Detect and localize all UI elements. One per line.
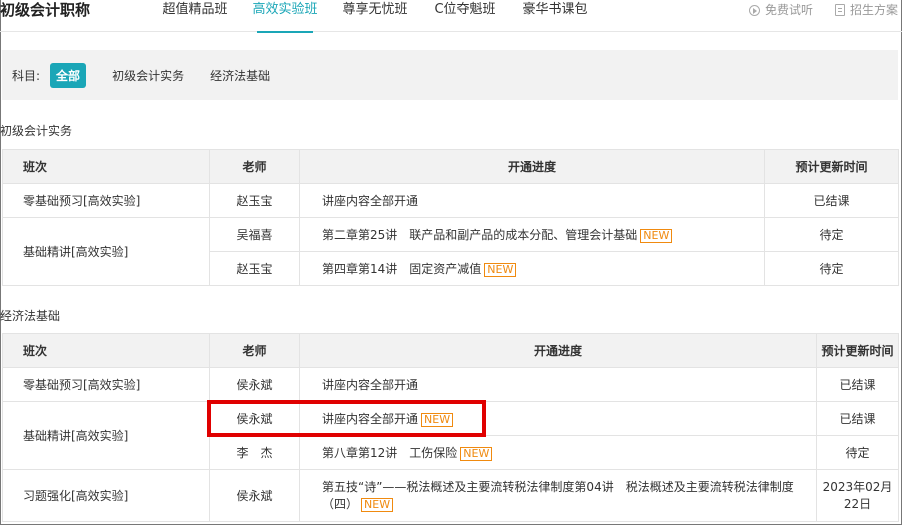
update-cell: 待定 bbox=[764, 217, 899, 252]
progress-cell[interactable]: 讲座内容全部开通 bbox=[299, 367, 817, 402]
new-badge: NEW bbox=[460, 447, 493, 461]
update-cell: 已结课 bbox=[816, 367, 899, 402]
teacher-cell: 侯永斌 bbox=[209, 367, 300, 402]
document-icon bbox=[834, 4, 845, 16]
class-cell: 习题强化[高效实验] bbox=[2, 469, 210, 522]
table-row: 习题强化[高效实验] 侯永斌 第五技“诗”——税法概述及主要流转税法律制度第04… bbox=[2, 469, 899, 522]
filter-label: 科目: bbox=[12, 68, 41, 83]
table-header-row: 班次 老师 开通进度 预计更新时间 bbox=[2, 149, 899, 184]
tab-zunxiang[interactable]: 尊享无忧班 bbox=[330, 0, 420, 32]
enroll-plan-label: 招生方案 bbox=[849, 3, 898, 17]
teacher-cell: 赵玉宝 bbox=[209, 183, 300, 218]
tab-cwei[interactable]: C位夺魁班 bbox=[420, 0, 510, 32]
progress-cell[interactable]: 第二章第25讲 联产品和副产品的成本分配、管理会计基础 NEW bbox=[299, 217, 765, 252]
col-header-class: 班次 bbox=[2, 149, 210, 184]
class-tabs: 超值精品班 高效实验班 尊享无忧班 C位夺魁班 豪华书课包 bbox=[150, 0, 600, 33]
col-header-update: 预计更新时间 bbox=[764, 149, 899, 184]
teacher-cell: 赵玉宝 bbox=[209, 251, 300, 286]
progress-text: 第四章第14讲 固定资产减值 bbox=[322, 262, 482, 276]
teacher-cell: 李 杰 bbox=[209, 435, 300, 470]
col-header-teacher: 老师 bbox=[209, 333, 300, 368]
col-header-update: 预计更新时间 bbox=[816, 333, 899, 368]
table-header-row: 班次 老师 开通进度 预计更新时间 bbox=[2, 333, 899, 368]
table-row: 零基础预习[高效实验] 侯永斌 讲座内容全部开通 已结课 bbox=[2, 367, 899, 402]
table-row: 基础精讲[高效实验] 吴福喜 第二章第25讲 联产品和副产品的成本分配、管理会计… bbox=[2, 217, 899, 286]
update-cell: 已结课 bbox=[764, 183, 899, 218]
new-badge: NEW bbox=[640, 229, 673, 243]
class-cell: 基础精讲[高效实验] bbox=[2, 217, 210, 286]
top-header: 初级会计职称 超值精品班 高效实验班 尊享无忧班 C位夺魁班 豪华书课包 免费试… bbox=[0, 0, 902, 33]
class-cell: 零基础预习[高效实验] bbox=[2, 367, 210, 402]
schedule-table-accounting: 班次 老师 开通进度 预计更新时间 零基础预习[高效实验] 赵玉宝 讲座内容全部… bbox=[2, 149, 899, 286]
update-cell: 2023年02月22日 bbox=[816, 469, 899, 522]
section-title-law: 经济法基础 bbox=[0, 309, 61, 323]
tab-haohua[interactable]: 豪华书课包 bbox=[510, 0, 600, 32]
brand-title: 初级会计职称 bbox=[0, 1, 91, 19]
new-badge: NEW bbox=[484, 263, 517, 277]
progress-text: 讲座内容全部开通 bbox=[322, 194, 419, 208]
col-header-class: 班次 bbox=[2, 333, 210, 368]
update-cell: 待定 bbox=[764, 251, 899, 286]
update-cell: 待定 bbox=[816, 435, 899, 470]
progress-text: 第八章第12讲 工伤保险 bbox=[322, 446, 458, 460]
play-icon bbox=[748, 4, 760, 16]
header-actions: 免费试听 招生方案 bbox=[748, 0, 898, 20]
class-cell: 零基础预习[高效实验] bbox=[2, 183, 210, 218]
filter-chip-accounting[interactable]: 初级会计实务 bbox=[112, 67, 184, 84]
subject-filter: 科目: 全部 初级会计实务 经济法基础 bbox=[2, 50, 898, 100]
col-header-progress: 开通进度 bbox=[299, 149, 765, 184]
col-header-teacher: 老师 bbox=[209, 149, 300, 184]
free-trial-link[interactable]: 免费试听 bbox=[748, 0, 813, 20]
free-trial-label: 免费试听 bbox=[764, 3, 813, 17]
enroll-plan-link[interactable]: 招生方案 bbox=[834, 0, 898, 20]
teacher-cell: 侯永斌 bbox=[209, 469, 300, 522]
class-cell: 基础精讲[高效实验] bbox=[2, 401, 210, 470]
filter-chip-all[interactable]: 全部 bbox=[50, 62, 87, 88]
progress-text: 讲座内容全部开通 bbox=[322, 378, 419, 392]
progress-cell[interactable]: 第四章第14讲 固定资产减值 NEW bbox=[299, 251, 765, 286]
col-header-progress: 开通进度 bbox=[299, 333, 817, 368]
progress-cell[interactable]: 第八章第12讲 工伤保险 NEW bbox=[299, 435, 817, 470]
update-cell: 已结课 bbox=[816, 401, 899, 436]
progress-cell[interactable]: 讲座内容全部开通 bbox=[299, 183, 765, 218]
progress-text: 第二章第25讲 联产品和副产品的成本分配、管理会计基础 bbox=[322, 228, 638, 242]
tab-chaozhi[interactable]: 超值精品班 bbox=[150, 0, 240, 32]
highlight-annotation-box bbox=[207, 400, 486, 437]
teacher-cell: 吴福喜 bbox=[209, 217, 300, 252]
filter-chip-law[interactable]: 经济法基础 bbox=[210, 67, 270, 84]
table-row: 零基础预习[高效实验] 赵玉宝 讲座内容全部开通 已结课 bbox=[2, 183, 899, 218]
tab-gaoxiao[interactable]: 高效实验班 bbox=[240, 0, 330, 33]
progress-cell[interactable]: 第五技“诗”——税法概述及主要流转税法律制度第04讲 税法概述及主要流转税法律制… bbox=[299, 469, 817, 522]
section-title-accounting: 初级会计实务 bbox=[0, 124, 73, 138]
new-badge: NEW bbox=[361, 497, 394, 512]
